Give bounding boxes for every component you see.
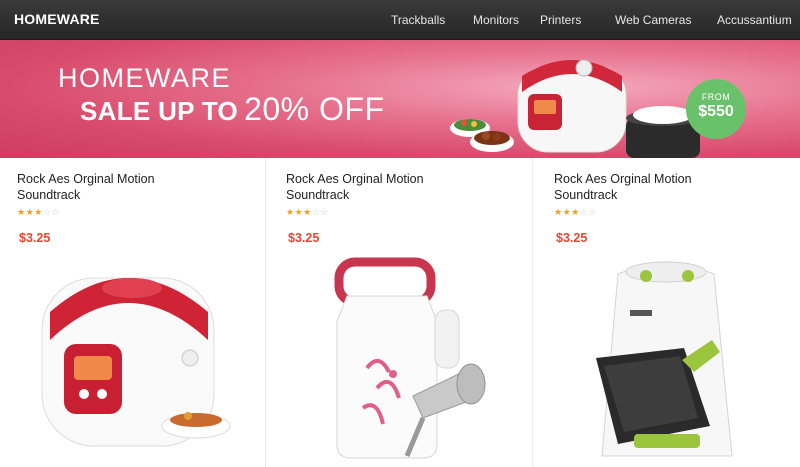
rating-stars: ★★★☆☆: [554, 207, 597, 218]
product-price: $3.25: [288, 231, 320, 245]
product-title[interactable]: Rock Aes Orginal Motion Soundtrack: [17, 171, 217, 203]
star-empty-icon: ☆: [320, 207, 329, 217]
product-card[interactable]: Rock Aes Orginal Motion Soundtrack ★★★☆☆…: [267, 158, 533, 467]
star-filled-icon: ★: [294, 207, 304, 217]
badge-from-label: FROM: [701, 92, 731, 102]
star-filled-icon: ★: [25, 207, 35, 217]
star-filled-icon: ★: [571, 207, 580, 217]
product-card[interactable]: Rock Aes Orginal Motion Soundtrack ★★★☆☆…: [534, 158, 800, 467]
banner-discount-text: 20% OFF: [244, 91, 385, 127]
nav-item-monitors[interactable]: Monitors: [473, 13, 519, 27]
promo-banner[interactable]: HOMEWARE SALE UP TO 20% OFF FROM $550: [0, 40, 800, 158]
star-filled-icon: ★: [17, 207, 26, 217]
price-badge: FROM $550: [686, 79, 746, 139]
badge-price: $550: [698, 103, 734, 120]
star-filled-icon: ★: [286, 207, 295, 217]
product-title[interactable]: Rock Aes Orginal Motion Soundtrack: [554, 171, 754, 203]
product-card[interactable]: Rock Aes Orginal Motion Soundtrack ★★★☆☆…: [0, 158, 266, 467]
banner-sale-text: SALE UP TO: [80, 96, 239, 126]
product-grid: Rock Aes Orginal Motion Soundtrack ★★★☆☆…: [0, 158, 800, 467]
rice-cooker-image[interactable]: [0, 248, 266, 467]
nav-item-web-cameras[interactable]: Web Cameras: [615, 13, 691, 27]
nav-item-trackballs[interactable]: Trackballs: [391, 13, 445, 27]
soymilk-maker-image[interactable]: [267, 248, 533, 467]
banner-subtitle: SALE UP TO 20% OFF: [80, 91, 385, 128]
rating-stars: ★★★☆☆: [17, 207, 60, 218]
product-price: $3.25: [19, 231, 51, 245]
star-filled-icon: ★: [34, 207, 43, 217]
product-title[interactable]: Rock Aes Orginal Motion Soundtrack: [286, 171, 486, 203]
nav-item-accussantium[interactable]: Accussantium: [717, 13, 792, 27]
product-price: $3.25: [556, 231, 588, 245]
rating-stars: ★★★☆☆: [286, 207, 329, 218]
star-filled-icon: ★: [554, 207, 563, 217]
star-empty-icon: ☆: [588, 207, 597, 217]
star-filled-icon: ★: [303, 207, 312, 217]
star-empty-icon: ☆: [51, 207, 60, 217]
top-navbar: HOMEWARE Trackballs Monitors Printers We…: [0, 0, 800, 40]
main-nav: Trackballs Monitors Printers Web Cameras…: [0, 13, 800, 29]
star-filled-icon: ★: [562, 207, 572, 217]
air-fryer-image[interactable]: [534, 248, 800, 467]
banner-title: HOMEWARE: [58, 63, 231, 93]
nav-item-printers[interactable]: Printers: [540, 13, 581, 27]
